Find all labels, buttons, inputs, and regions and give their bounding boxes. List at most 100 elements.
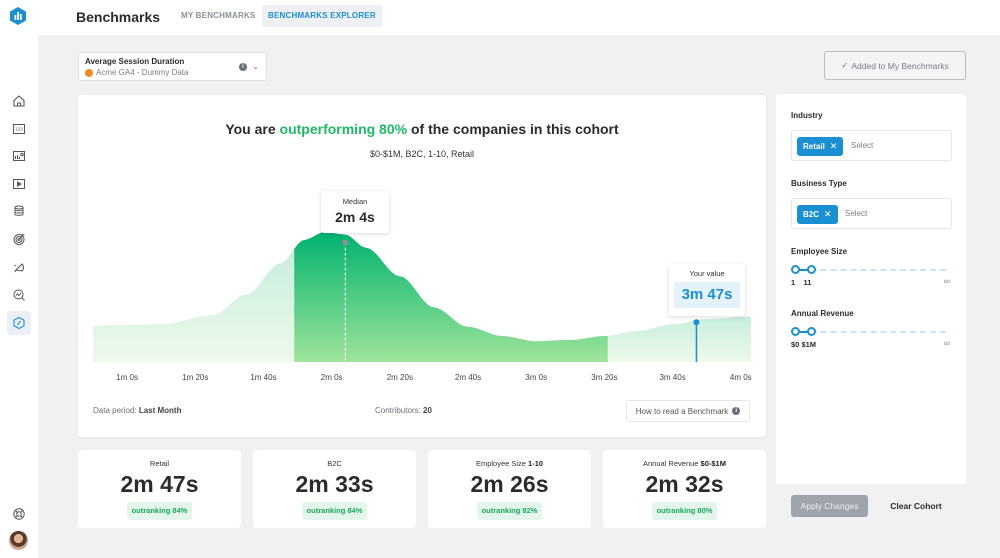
cohort-highlight-area xyxy=(294,232,608,362)
stat-value: 2m 26s xyxy=(470,471,549,497)
database-icon xyxy=(14,205,24,216)
svg-text:123: 123 xyxy=(15,127,23,132)
metric-source-label: Acme GA4 - Dummy Data xyxy=(96,68,189,77)
business-type-placeholder: Select xyxy=(845,209,868,218)
stat-label: Retail xyxy=(78,459,241,468)
stat-card-annual-revenue: Annual Revenue $0-$1M 2m 32s outranking … xyxy=(603,450,766,528)
remove-chip-icon[interactable]: ✕ xyxy=(824,205,832,224)
slider-min-handle[interactable] xyxy=(791,327,800,336)
sidebar-item-home[interactable] xyxy=(7,89,31,113)
stat-card-employee-size: Employee Size 1-10 2m 26s outranking 82% xyxy=(428,450,591,528)
business-type-label: Business Type xyxy=(791,179,847,188)
sidebar-item-data[interactable] xyxy=(7,199,31,223)
info-icon: i xyxy=(732,407,741,415)
right-tail-area xyxy=(607,316,751,362)
left-tail-area xyxy=(93,249,295,362)
sidebar-item-dashboards[interactable] xyxy=(7,144,31,168)
sidebar-item-help[interactable] xyxy=(7,502,31,526)
sidebar-item-alerts[interactable] xyxy=(7,255,31,279)
how-to-read-label: How to read a Benchmark xyxy=(635,406,729,416)
median-value: 2m 4s xyxy=(335,209,375,225)
your-value-tooltip: Your value 3m 47s xyxy=(669,264,745,316)
info-icon[interactable]: i xyxy=(239,63,247,71)
stat-card-business-type: B2C 2m 33s outranking 84% xyxy=(253,450,416,528)
added-to-my-benchmarks-button[interactable]: ✓ Added to My Benchmarks xyxy=(824,51,966,80)
cohort-description: $0-$1M, B2C, 1-10, Retail xyxy=(369,149,475,159)
industry-label: Industry xyxy=(791,111,823,120)
employee-size-min: 1 xyxy=(791,278,796,287)
slider-max-handle[interactable] xyxy=(807,265,816,274)
stat-value: 2m 32s xyxy=(645,471,724,497)
annual-revenue-label: Annual Revenue xyxy=(791,309,854,318)
video-icon xyxy=(13,179,25,189)
apply-changes-button[interactable]: Apply Changes xyxy=(791,495,868,517)
x-tick-label: 1m 40s xyxy=(250,373,277,382)
headline-prefix: You are xyxy=(225,121,280,137)
app-logo-icon[interactable] xyxy=(8,6,28,26)
x-tick-label: 2m 20s xyxy=(386,373,413,382)
tab-benchmarks-explorer[interactable]: BENCHMARKS EXPLORER xyxy=(262,5,382,27)
distribution-chart xyxy=(93,232,751,362)
goals-icon xyxy=(13,233,25,245)
stat-label-text: Retail xyxy=(149,459,170,468)
chevron-down-icon[interactable]: ⌄ xyxy=(252,62,259,71)
stat-label: Annual Revenue $0-$1M xyxy=(603,459,766,468)
cohort-filter-panel: Industry Retail ✕ Select Business Type B… xyxy=(776,94,966,528)
contributors-label: Contributors: xyxy=(375,406,424,415)
industry-placeholder: Select xyxy=(851,141,874,150)
median-label: Median xyxy=(342,197,368,206)
benchmark-chart-card: You are outperforming 80% of the compani… xyxy=(78,95,766,437)
median-marker xyxy=(342,239,349,246)
slider-min-handle[interactable] xyxy=(791,265,800,274)
metric-title: Average Session Duration xyxy=(85,57,185,66)
annual-revenue-min: $0 xyxy=(791,340,800,349)
chip-label: B2C xyxy=(803,210,820,219)
metric-selector[interactable]: Average Session Duration Acme GA4 - Dumm… xyxy=(78,52,267,81)
infinity-icon: ∞ xyxy=(943,276,950,286)
sidebar-item-goals[interactable] xyxy=(7,227,31,251)
outranking-badge: outranking 84% xyxy=(126,502,193,520)
x-tick-label: 1m 20s xyxy=(182,373,209,382)
added-button-label: Added to My Benchmarks xyxy=(851,60,949,71)
x-tick-label: 1m 0s xyxy=(116,373,138,382)
employee-size-slider[interactable] xyxy=(791,264,946,276)
insights-icon xyxy=(13,289,25,301)
sidebar-item-video[interactable] xyxy=(7,172,31,196)
how-to-read-button[interactable]: How to read a Benchmark i xyxy=(626,400,750,422)
x-tick-label: 3m 40s xyxy=(659,373,686,382)
sidebar-item-numbers[interactable]: 123 xyxy=(7,117,31,141)
business-type-select[interactable]: B2C ✕ Select xyxy=(791,198,952,229)
sidebar-item-insights[interactable] xyxy=(7,283,31,307)
x-tick-label: 2m 0s xyxy=(320,373,343,382)
stat-card-industry: Retail 2m 47s outranking 84% xyxy=(78,450,241,528)
user-avatar[interactable] xyxy=(9,531,28,550)
annual-revenue-slider[interactable] xyxy=(791,326,946,338)
x-tick-label: 3m 20s xyxy=(591,373,618,382)
remove-chip-icon[interactable]: ✕ xyxy=(830,137,838,156)
headline-highlight: outperforming 80% xyxy=(279,121,408,137)
headline: You are outperforming 80% of the compani… xyxy=(78,121,766,137)
numbers-icon: 123 xyxy=(13,124,25,134)
stat-label-value: $0-$1M xyxy=(700,459,726,468)
stat-label-text: Employee Size xyxy=(475,459,529,468)
sidebar-item-benchmarks[interactable] xyxy=(7,311,31,335)
check-icon: ✓ xyxy=(841,60,849,70)
employee-size-values: 1 11 xyxy=(791,278,811,287)
stat-label: Employee Size 1-10 xyxy=(428,459,591,468)
industry-select[interactable]: Retail ✕ Select xyxy=(791,130,952,161)
data-period-label: Data period: xyxy=(93,406,139,415)
chip-label: Retail xyxy=(803,142,825,151)
x-tick-label: 2m 40s xyxy=(454,373,482,382)
employee-size-label: Employee Size xyxy=(791,247,848,256)
your-value-label: Your value xyxy=(689,269,725,278)
annual-revenue-max: $1M xyxy=(801,340,817,349)
google-analytics-icon xyxy=(85,68,93,77)
tab-my-benchmarks[interactable]: MY BENCHMARKS xyxy=(175,5,261,27)
contributors-value: 20 xyxy=(423,406,432,415)
your-value: 3m 47s xyxy=(674,282,740,308)
business-type-chip: B2C ✕ xyxy=(797,205,838,224)
x-tick-label: 4m 0s xyxy=(729,373,752,382)
slider-max-handle[interactable] xyxy=(807,327,816,336)
clear-cohort-button[interactable]: Clear Cohort xyxy=(880,495,952,517)
employee-size-max: 11 xyxy=(803,278,812,287)
